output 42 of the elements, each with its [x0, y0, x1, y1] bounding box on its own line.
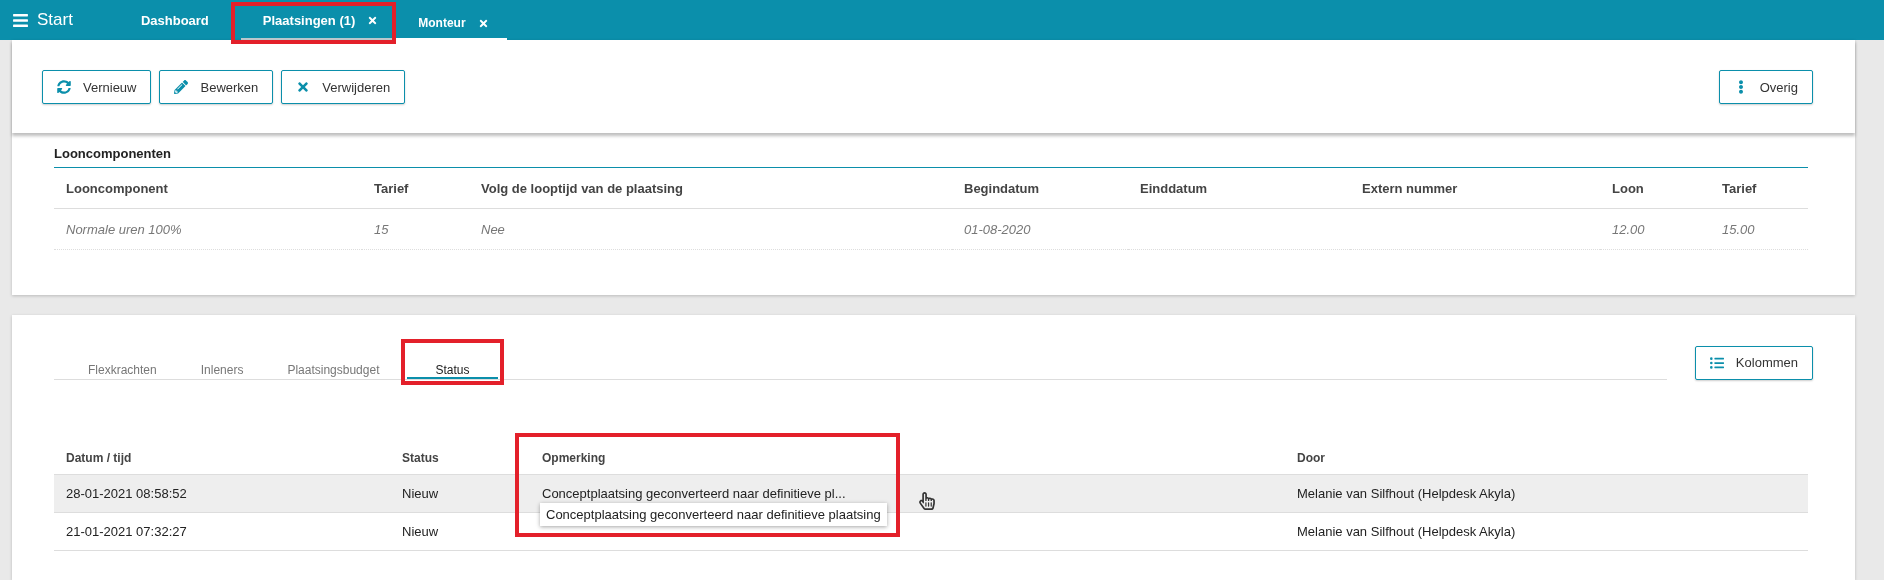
tab-label: Dashboard [140, 12, 209, 28]
column-header: Looncomponent [54, 168, 362, 209]
menu-icon [12, 11, 29, 29]
toolbar-button[interactable]: Bewerken [159, 70, 274, 104]
tab-label: Plaatsingen (1) [262, 12, 356, 28]
section-tab[interactable]: Status [407, 363, 498, 379]
table-cell: 15 [362, 209, 469, 250]
table-cell: 12.00 [1600, 209, 1710, 250]
toolbar-button[interactable]: Vernieuw [42, 70, 152, 104]
toolbar-button[interactable]: Verwijderen [281, 70, 406, 104]
tooltip: Conceptplaatsing geconverteerd naar definitieve plaatsing [540, 503, 887, 526]
more-button[interactable]: Overig [1718, 70, 1813, 104]
section-tab[interactable]: Plaatsingsbudget [265, 363, 402, 379]
table-cell: 01-08-2020 [952, 209, 1128, 250]
column-header: Einddatum [1128, 168, 1350, 209]
close-icon[interactable] [367, 14, 379, 26]
column-header: Extern nummer [1350, 168, 1600, 209]
table-cell: Nee [469, 209, 952, 250]
column-header: Tarief [362, 168, 469, 209]
list-icon [1709, 355, 1724, 370]
hand-cursor-icon [918, 492, 936, 510]
refresh-icon [57, 80, 71, 94]
section-title: Looncomponenten [54, 143, 1808, 168]
columns-button[interactable]: Kolommen [1694, 345, 1813, 380]
pencil-icon [174, 80, 189, 94]
close-icon [296, 80, 311, 94]
page-tab[interactable]: Plaatsingen (1) [240, 2, 397, 40]
table-cell: Nieuw [390, 475, 530, 513]
column-header: Begindatum [952, 168, 1128, 209]
tab-label: Monteur [418, 16, 466, 30]
section-tab[interactable]: Inleners [178, 363, 266, 379]
section-tab[interactable]: Flexkrachten [66, 363, 179, 379]
table-cell: Melanie van Silfhout (Helpdesk Akyla) [1285, 475, 1808, 513]
table-cell: 28-01-2021 08:58:52 [54, 475, 390, 513]
column-header: Volg de looptijd van de plaatsing [469, 168, 952, 209]
table-cell: 15.00 [1710, 209, 1808, 250]
column-header: Loon [1600, 168, 1710, 209]
table-cell: Normale uren 100% [54, 209, 362, 250]
column-header: Tarief [1710, 168, 1808, 209]
menu-button[interactable]: Start [12, 0, 73, 40]
page-tab[interactable]: Dashboard [128, 2, 221, 40]
close-icon[interactable] [477, 17, 489, 29]
